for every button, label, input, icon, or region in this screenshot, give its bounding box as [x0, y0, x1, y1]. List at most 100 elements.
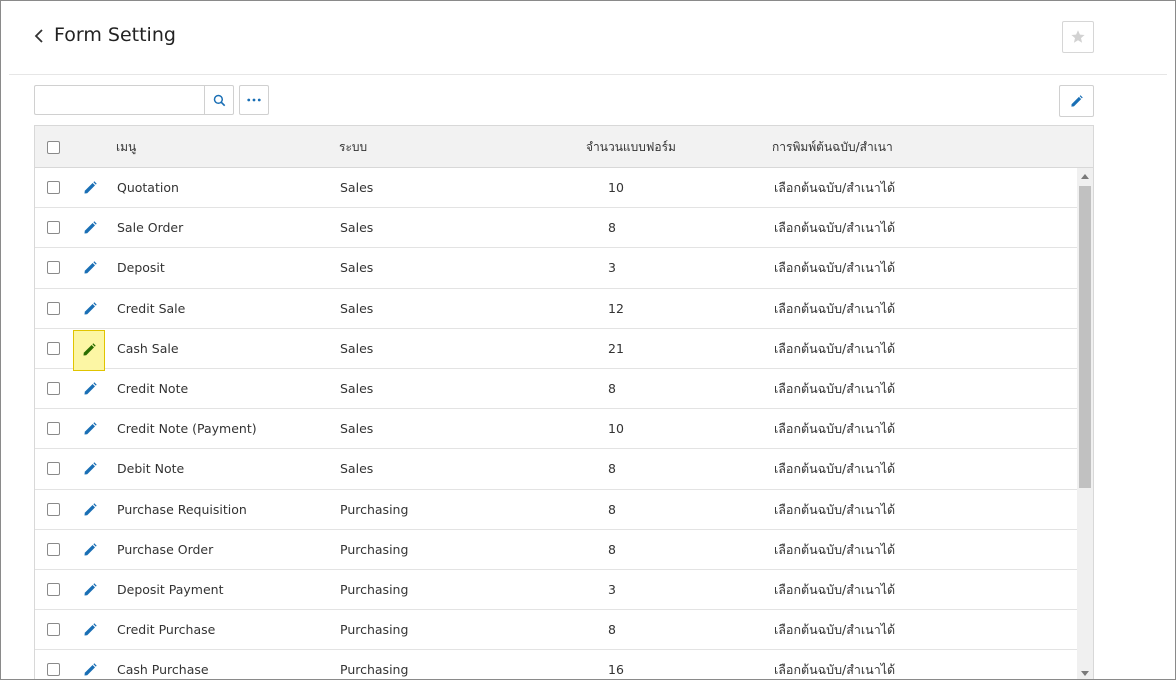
row-edit-button[interactable] [73, 329, 105, 371]
cell-form-count: 3 [608, 581, 616, 597]
cell-print-type: เลือกต้นฉบับ/สำเนาได้ [774, 180, 896, 195]
search-icon [213, 94, 225, 106]
cell-form-count: 8 [608, 380, 616, 396]
row-checkbox[interactable] [47, 381, 60, 395]
cell-form-count: 8 [608, 220, 616, 236]
table-row[interactable]: Credit Purchase Purchasing 8 เลือกต้นฉบับ/ส… [35, 610, 1077, 651]
row-checkbox[interactable] [47, 462, 60, 476]
row-edit-button[interactable] [75, 295, 105, 323]
table-row[interactable]: Deposit Sales 3 เลือกต้นฉบับ/สำเนาได้ [35, 248, 1077, 289]
table-row[interactable]: Purchase Order Purchasing 8 เลือกต้นฉบับ/สำ… [35, 530, 1077, 570]
table-row[interactable]: Cash Sale Sales 21 เลือกต้นฉบับ/สำเนาได้ [35, 329, 1077, 371]
row-edit-button[interactable] [75, 254, 105, 282]
row-edit-button[interactable] [75, 616, 105, 644]
row-checkbox[interactable] [47, 582, 60, 596]
cell-print-type: เลือกต้นฉบับ/สำเนาได้ [774, 461, 896, 477]
pencil-icon [1071, 94, 1083, 107]
cell-system: Sales [340, 340, 374, 356]
row-checkbox[interactable] [47, 221, 60, 235]
cell-system: Purchasing [340, 622, 409, 638]
row-checkbox[interactable] [47, 261, 60, 275]
row-checkbox[interactable] [47, 623, 60, 637]
pencil-icon [84, 542, 97, 556]
row-edit-button[interactable] [75, 455, 105, 483]
select-all-checkbox[interactable] [47, 141, 60, 154]
favorite-button[interactable] [1062, 21, 1094, 53]
pencil-icon [84, 502, 97, 515]
cell-form-count: 8 [608, 622, 616, 638]
row-edit-button[interactable] [75, 174, 105, 202]
row-edit-button[interactable] [75, 656, 105, 679]
search-button[interactable] [204, 85, 234, 115]
table-row[interactable]: Credit Sale Sales 12 เลือกต้นฉบับ/สำเนาได้ [35, 289, 1077, 329]
cell-system: Purchasing [340, 501, 409, 517]
cell-menu: Credit Sale [117, 300, 186, 316]
cell-form-count: 21 [608, 340, 624, 356]
table-row[interactable]: Credit Note (Payment) Sales 10 เลือกต้นฉบับ… [35, 409, 1077, 450]
star-icon [1071, 30, 1085, 43]
column-header-print-type[interactable]: การพิมพ์ต้นฉบับ/สำเนา [772, 126, 893, 168]
row-checkbox[interactable] [47, 181, 60, 194]
row-checkbox[interactable] [47, 542, 60, 556]
cell-form-count: 12 [608, 300, 624, 316]
cell-print-type: เลือกต้นฉบับ/สำเนาได้ [774, 300, 896, 316]
page-header: Form Setting [9, 1, 1167, 75]
row-checkbox[interactable] [47, 663, 60, 677]
row-checkbox[interactable] [47, 341, 60, 355]
cell-print-type: เลือกต้นฉบับ/สำเนาได้ [774, 541, 896, 557]
cell-print-type: เลือกต้นฉบับ/สำเนาได้ [774, 662, 896, 678]
cell-menu: Deposit [117, 260, 165, 276]
pencil-icon [84, 301, 97, 315]
search-input[interactable] [34, 85, 205, 115]
table-row[interactable]: Credit Note Sales 8 เลือกต้นฉบับ/สำเนาได้ [35, 369, 1077, 410]
pencil-icon [84, 382, 97, 395]
more-options-button[interactable] [239, 85, 269, 115]
scroll-up-icon[interactable] [1081, 174, 1089, 179]
column-header-menu[interactable]: เมนู [116, 126, 136, 168]
pencil-icon [84, 623, 97, 636]
cell-form-count: 8 [608, 461, 616, 477]
more-horizontal-icon [247, 98, 261, 102]
cell-print-type: เลือกต้นฉบับ/สำเนาได้ [774, 380, 896, 396]
table-row[interactable]: Sale Order Sales 8 เลือกต้นฉบับ/สำเนาได้ [35, 208, 1077, 249]
row-checkbox[interactable] [47, 301, 60, 315]
pencil-icon [84, 462, 97, 475]
row-edit-button[interactable] [75, 415, 105, 443]
row-checkbox[interactable] [47, 502, 60, 516]
vertical-scrollbar[interactable] [1077, 168, 1093, 679]
column-header-system[interactable]: ระบบ [339, 126, 367, 168]
row-edit-button[interactable] [75, 576, 105, 604]
scroll-down-icon[interactable] [1081, 671, 1089, 676]
table-row[interactable]: Deposit Payment Purchasing 3 เลือกต้นฉบับ/ส… [35, 570, 1077, 611]
pencil-icon [84, 663, 97, 676]
row-edit-button[interactable] [75, 375, 105, 403]
column-header-form-count[interactable]: จำนวนแบบฟอร์ม [586, 126, 676, 168]
cell-menu: Deposit Payment [117, 581, 224, 597]
table-body: Quotation Sales 10 เลือกต้นฉบับ/สำเนาได้ Sal… [35, 168, 1077, 679]
cell-print-type: เลือกต้นฉบับ/สำเนาได้ [774, 260, 896, 276]
cell-menu: Quotation [117, 180, 179, 195]
table-row[interactable]: Quotation Sales 10 เลือกต้นฉบับ/สำเนาได้ [35, 168, 1077, 209]
table-row[interactable]: Cash Purchase Purchasing 16 เลือกต้นฉบับ/สำ… [35, 650, 1077, 679]
edit-button[interactable] [1059, 85, 1094, 117]
cell-system: Sales [340, 421, 374, 437]
cell-form-count: 10 [608, 180, 624, 195]
table-row[interactable]: Debit Note Sales 8 เลือกต้นฉบับ/สำเนาได้ [35, 449, 1077, 490]
pencil-icon [83, 343, 96, 356]
row-edit-button[interactable] [75, 496, 105, 524]
cell-print-type: เลือกต้นฉบับ/สำเนาได้ [774, 340, 896, 356]
cell-system: Sales [340, 380, 374, 396]
row-edit-button[interactable] [75, 536, 105, 564]
cell-form-count: 10 [608, 421, 624, 437]
cell-menu: Cash Purchase [117, 662, 209, 678]
cell-menu: Purchase Requisition [117, 501, 247, 517]
table-row[interactable]: Purchase Requisition Purchasing 8 เลือกต้นฉ… [35, 490, 1077, 530]
cell-form-count: 3 [608, 260, 616, 276]
row-checkbox[interactable] [47, 422, 60, 436]
cell-form-count: 8 [608, 501, 616, 517]
row-edit-button[interactable] [75, 214, 105, 242]
cell-print-type: เลือกต้นฉบับ/สำเนาได้ [774, 622, 896, 638]
cell-menu: Purchase Order [117, 541, 214, 557]
back-button[interactable] [31, 25, 49, 47]
scroll-thumb[interactable] [1079, 186, 1091, 488]
